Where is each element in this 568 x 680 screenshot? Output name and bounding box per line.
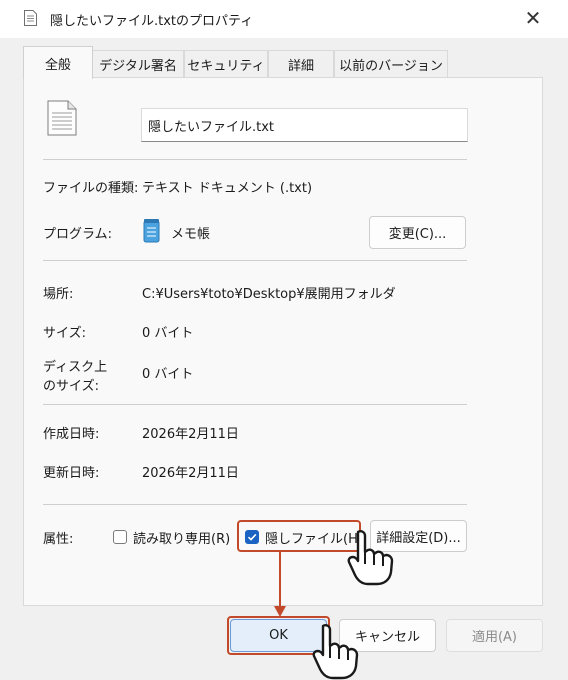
divider <box>43 159 467 160</box>
created-value: 2026年2月11日 <box>142 427 239 442</box>
tab-general[interactable]: 全般 <box>23 46 93 79</box>
tab-label: 以前のバージョン <box>339 58 443 74</box>
close-button[interactable]: ✕ <box>510 2 556 34</box>
apply-button[interactable]: 適用(A) <box>446 619 543 652</box>
size-on-disk-label: ディスク上 のサイズ: <box>43 358 107 396</box>
file-type-label: ファイルの種類: <box>43 181 139 196</box>
title-bar: 隠したいファイル.txtのプロパティ ✕ <box>0 0 568 38</box>
pointing-hand-icon <box>312 624 359 680</box>
size-on-disk-label-line1: ディスク上 <box>43 360 108 375</box>
pointing-hand-icon <box>347 530 394 586</box>
tab-label: デジタル署名 <box>99 58 177 74</box>
readonly-checkbox[interactable] <box>113 530 127 544</box>
tab-digital-signatures[interactable]: デジタル署名 <box>92 50 184 77</box>
size-label: サイズ: <box>43 326 86 341</box>
tab-label: セキュリティ <box>187 58 265 74</box>
modified-label: 更新日時: <box>43 466 100 481</box>
size-on-disk-value: 0 バイト <box>142 367 194 382</box>
notepad-icon <box>143 219 160 243</box>
size-on-disk-label-line2: のサイズ: <box>43 379 99 394</box>
tab-label: 全般 <box>44 57 71 73</box>
location-value: C:¥Users¥toto¥Desktop¥展開用フォルダ <box>142 287 396 302</box>
divider <box>43 504 467 505</box>
created-label: 作成日時: <box>43 427 100 442</box>
hidden-highlight <box>237 520 361 552</box>
attributes-label: 属性: <box>43 532 74 547</box>
tab-previous-versions[interactable]: 以前のバージョン <box>334 50 448 77</box>
readonly-label[interactable]: 読み取り専用(R) <box>133 528 230 547</box>
program-value: メモ帳 <box>171 227 211 242</box>
modified-value: 2026年2月11日 <box>142 466 239 481</box>
tab-details[interactable]: 詳細 <box>268 50 334 77</box>
program-label: プログラム: <box>43 227 112 242</box>
window-title: 隠したいファイル.txtのプロパティ <box>50 14 254 29</box>
divider <box>43 260 467 261</box>
annotation-arrow <box>274 552 286 617</box>
location-label: 場所: <box>43 287 74 302</box>
text-file-icon <box>47 100 77 136</box>
change-button[interactable]: 変更(C)... <box>369 216 466 249</box>
tab-security[interactable]: セキュリティ <box>184 50 268 77</box>
file-name-input[interactable] <box>141 108 468 142</box>
size-value: 0 バイト <box>142 326 194 341</box>
text-file-icon <box>24 10 37 26</box>
tab-label: 詳細 <box>287 58 314 74</box>
file-type-value: テキスト ドキュメント (.txt) <box>142 181 313 196</box>
divider <box>43 404 467 405</box>
close-icon: ✕ <box>524 6 542 30</box>
